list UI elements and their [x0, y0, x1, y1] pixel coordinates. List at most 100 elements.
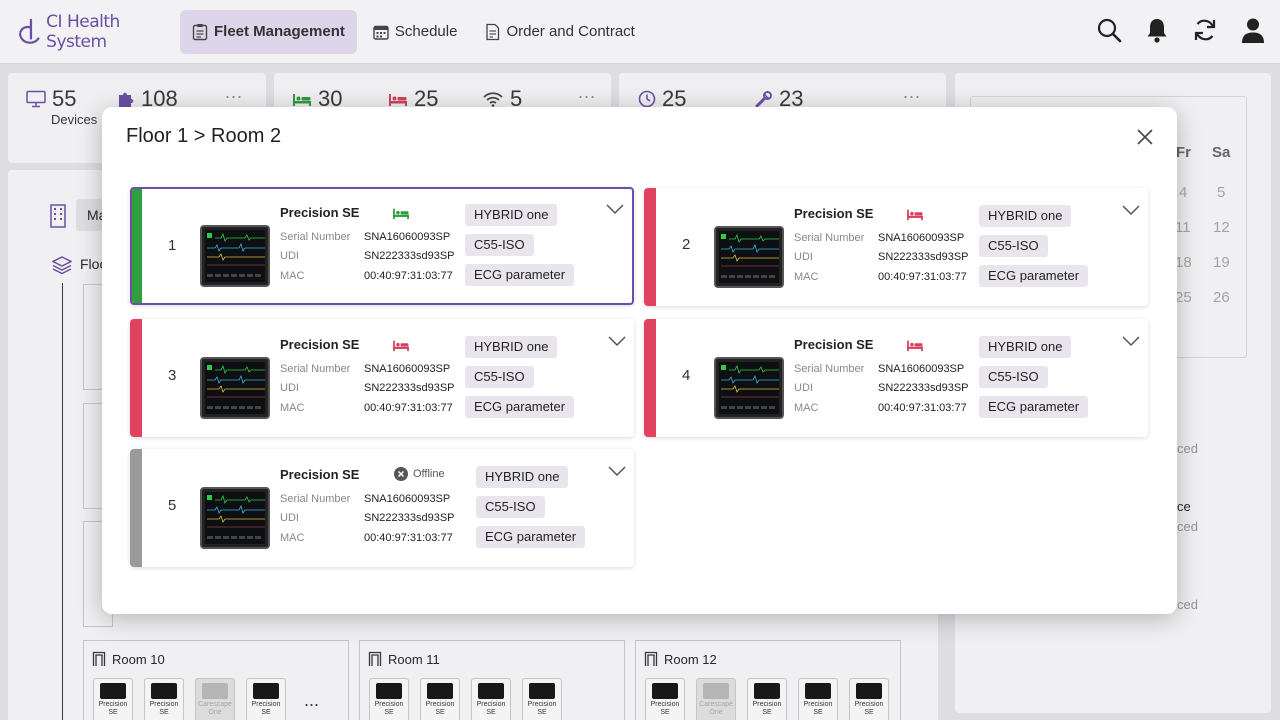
- udi-value: SN222333sd93SP: [364, 250, 455, 262]
- ecg-screen-icon: [207, 494, 265, 539]
- nav-fleet-management[interactable]: Fleet Management: [180, 9, 357, 54]
- serial-label: Serial Number: [794, 232, 865, 244]
- udi-label: UDI: [280, 250, 299, 262]
- serial-label: Serial Number: [280, 231, 351, 243]
- mac-value: 00:40:97:31:03:77: [878, 271, 967, 283]
- udi-value: SN222333sd93SP: [878, 251, 969, 263]
- mac-label: MAC: [794, 271, 819, 283]
- tag-chip: HYBRID one: [979, 205, 1072, 227]
- device-card[interactable]: 1 Precision SE Serial Number SNA16060093…: [130, 187, 634, 305]
- nav-schedule[interactable]: Schedule: [361, 10, 470, 54]
- device-name: Precision SE: [280, 337, 360, 352]
- chevron-down-icon[interactable]: [608, 465, 626, 477]
- mac-label: MAC: [280, 532, 305, 544]
- tag-chip: ECG parameter: [465, 264, 575, 286]
- device-index: 2: [682, 236, 691, 253]
- status-available: [392, 206, 410, 225]
- device-card[interactable]: 2 Precision SE Serial Number SNA16060093…: [644, 188, 1148, 306]
- chevron-down-icon[interactable]: [606, 203, 624, 215]
- device-thumbnail: [714, 226, 784, 288]
- udi-label: UDI: [794, 251, 813, 263]
- device-thumbnail: [200, 357, 270, 419]
- device-thumbnail: [200, 225, 270, 287]
- tag-chip: HYBRID one: [476, 466, 569, 488]
- udi-label: UDI: [280, 512, 299, 524]
- bed-icon: [393, 208, 409, 220]
- device-card[interactable]: 3 Precision SE Serial Number SNA16060093…: [130, 319, 634, 437]
- mac-value: 00:40:97:31:03:77: [364, 532, 453, 544]
- mac-value: 00:40:97:31:03:77: [364, 270, 453, 282]
- bell-icon[interactable]: [1144, 16, 1170, 44]
- offline-icon: [394, 467, 408, 481]
- tag-chip: C55-ISO: [465, 366, 534, 388]
- serial-value: SNA16060093SP: [878, 232, 965, 244]
- serial-value: SNA16060093SP: [364, 493, 451, 505]
- udi-label: UDI: [280, 382, 299, 394]
- device-name: Precision SE: [280, 467, 360, 482]
- mac-label: MAC: [280, 402, 305, 414]
- tag-chip: ECG parameter: [465, 396, 575, 418]
- room-devices-modal: Floor 1 > Room 2 1 Precision SE Serial N…: [102, 107, 1177, 614]
- device-thumbnail: [714, 357, 784, 419]
- status-bar: [644, 188, 656, 306]
- chevron-down-icon[interactable]: [1122, 335, 1140, 347]
- tag-chip: HYBRID one: [465, 336, 558, 358]
- chevron-down-icon[interactable]: [1122, 204, 1140, 216]
- device-card[interactable]: 5 Precision SE Offline Serial Number SNA…: [130, 449, 634, 567]
- device-name: Precision SE: [794, 206, 874, 221]
- device-index: 1: [168, 237, 177, 254]
- mac-label: MAC: [280, 270, 305, 282]
- device-index: 5: [168, 497, 177, 514]
- serial-label: Serial Number: [280, 363, 351, 375]
- udi-value: SN222333sd93SP: [364, 512, 455, 524]
- tag-chip: ECG parameter: [476, 526, 586, 548]
- status-occupied: [392, 338, 410, 357]
- device-index: 4: [682, 367, 691, 384]
- status-bar: [130, 449, 142, 567]
- bed-icon: [907, 340, 923, 352]
- tag-chip: ECG parameter: [979, 265, 1089, 287]
- bed-icon: [907, 209, 923, 221]
- ecg-screen-icon: [207, 364, 265, 409]
- status-bar: [644, 319, 656, 437]
- user-icon[interactable]: [1240, 16, 1266, 44]
- nav-label: Order and Contract: [506, 23, 635, 40]
- status-label: Offline: [413, 468, 445, 480]
- bed-icon: [393, 340, 409, 352]
- nav-label: Schedule: [394, 23, 458, 40]
- refresh-icon[interactable]: [1192, 16, 1218, 44]
- status-bar: [130, 319, 142, 437]
- chevron-down-icon[interactable]: [608, 335, 626, 347]
- document-icon: [486, 23, 500, 40]
- serial-value: SNA16060093SP: [364, 231, 451, 243]
- device-index: 3: [168, 367, 177, 384]
- device-name: Precision SE: [794, 337, 874, 352]
- brand[interactable]: CI Health System: [16, 12, 176, 52]
- udi-value: SN222333sd93SP: [878, 382, 969, 394]
- top-nav-bar: CI Health System Fleet Management Schedu…: [0, 0, 1280, 64]
- serial-label: Serial Number: [280, 493, 351, 505]
- tag-chip: HYBRID one: [465, 204, 558, 226]
- ecg-screen-icon: [207, 232, 265, 277]
- modal-title: Floor 1 > Room 2: [126, 125, 282, 147]
- status-offline: Offline: [394, 467, 445, 481]
- udi-value: SN222333sd93SP: [364, 382, 455, 394]
- mac-label: MAC: [794, 402, 819, 414]
- clipboard-icon: [192, 23, 208, 40]
- serial-value: SNA16060093SP: [364, 363, 451, 375]
- nav-order-contract[interactable]: Order and Contract: [473, 10, 646, 54]
- tag-chip: C55-ISO: [979, 235, 1048, 257]
- nav-label: Fleet Management: [214, 23, 345, 40]
- tag-chip: C55-ISO: [979, 366, 1048, 388]
- search-icon[interactable]: [1096, 16, 1122, 44]
- status-occupied: [906, 338, 924, 357]
- ecg-screen-icon: [721, 233, 779, 278]
- close-icon[interactable]: [1135, 127, 1155, 147]
- device-name: Precision SE: [280, 205, 360, 220]
- ecg-screen-icon: [721, 364, 779, 409]
- brand-logo-icon: [19, 18, 40, 44]
- device-thumbnail: [200, 487, 270, 549]
- device-card[interactable]: 4 Precision SE Serial Number SNA16060093…: [644, 319, 1148, 437]
- calendar-icon: [373, 25, 389, 40]
- brand-name: CI Health System: [46, 11, 120, 52]
